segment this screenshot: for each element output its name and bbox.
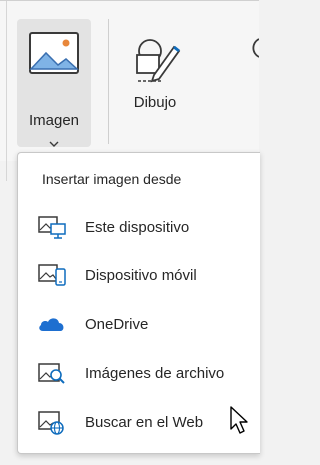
mouse-cursor-icon [229,405,251,442]
menu-item-este-dispositivo[interactable]: Este dispositivo [18,206,260,250]
menu-item-onedrive[interactable]: OneDrive [18,303,260,347]
menu-item-label: Imágenes de archivo [85,365,225,382]
menu-item-label: Dispositivo móvil [85,267,197,284]
draw-pencil-shape-icon [132,35,182,92]
imagen-button[interactable]: Imagen [17,19,91,147]
menu-item-imagenes-de-archivo[interactable]: Imágenes de archivo [18,352,260,396]
imagen-label: Imagen [28,112,80,129]
ribbon-separator [108,19,109,144]
menu-item-label: OneDrive [85,316,149,333]
picture-icon [28,31,80,82]
device-image-icon [37,214,67,242]
next-ribbon-icon-partial[interactable] [246,37,260,64]
mobile-image-icon [37,262,67,290]
menu-item-label: Este dispositivo [85,219,190,236]
stock-image-search-icon [37,360,67,388]
menu-item-label: Buscar en el Web [85,414,204,431]
ribbon-divider [6,1,7,181]
menu-item-buscar-en-el-web[interactable]: Buscar en el Web [18,401,260,445]
menu-header: Insertar imagen desde [42,171,182,187]
onedrive-cloud-icon [37,311,67,339]
insert-ribbon: Imagen Dibujo [0,0,260,181]
menu-item-dispositivo-movil[interactable]: Dispositivo móvil [18,254,260,298]
chevron-down-icon[interactable] [17,135,91,153]
dibujo-label: Dibujo [133,94,177,111]
insert-picture-dropdown: Insertar imagen desde Este dispositivo D… [17,152,260,454]
web-image-icon [37,409,67,437]
dibujo-button[interactable]: Dibujo [118,19,192,119]
